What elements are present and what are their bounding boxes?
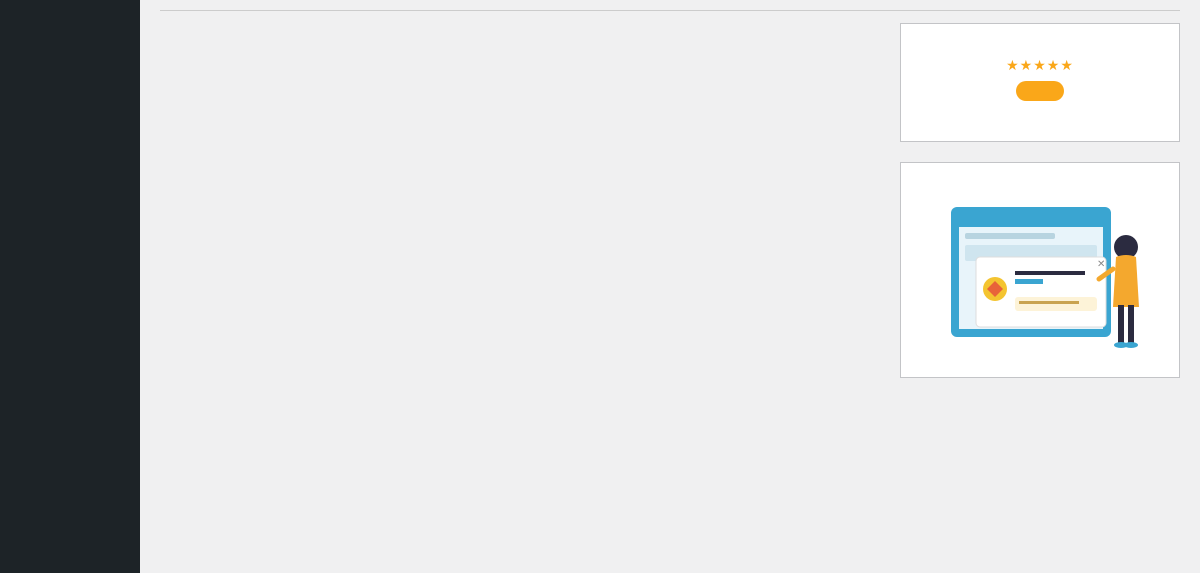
works-well-illustration: ✕ [921,197,1159,357]
leave-review-button[interactable] [1016,81,1064,101]
main-content: ★★★★★ [140,0,1200,573]
review-promo-box: ★★★★★ [900,23,1180,142]
admin-sidebar [0,0,140,573]
works-well-box: ✕ [900,162,1180,378]
star-rating-icon: ★★★★★ [921,58,1159,74]
svg-text:✕: ✕ [1097,259,1105,270]
settings-tabs [160,10,1180,11]
